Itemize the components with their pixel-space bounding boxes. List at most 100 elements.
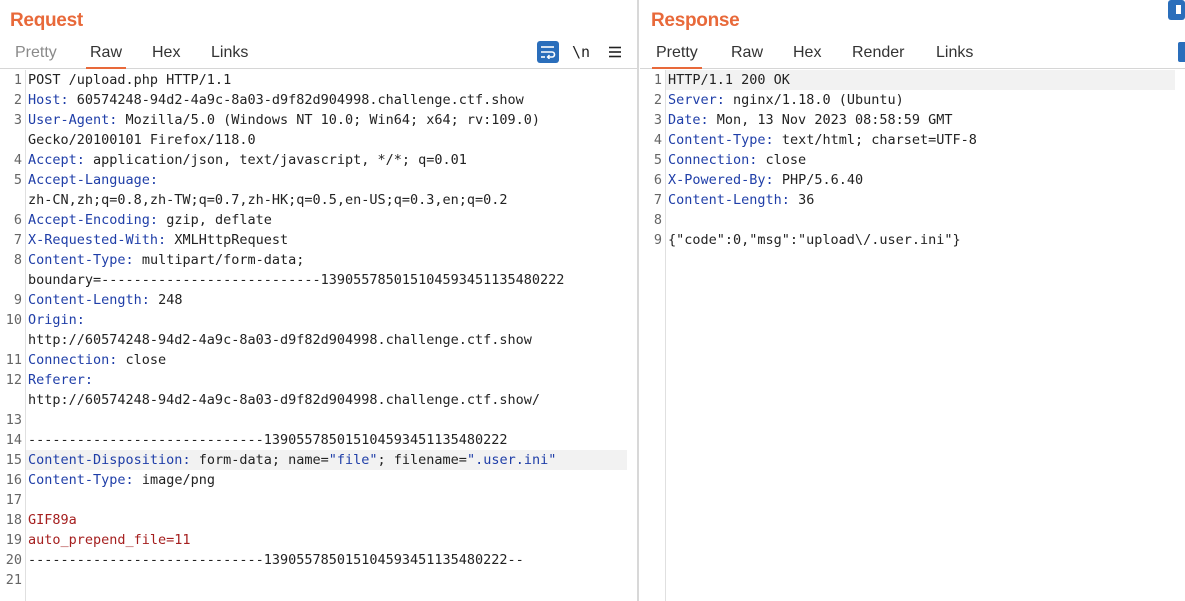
request-tab-raw[interactable]: Raw bbox=[86, 44, 127, 69]
line-number: 16 bbox=[5, 472, 22, 488]
request-line: 2 Host: 60574248-94d2-4a9c-8a03-d9f82d904… bbox=[0, 90, 637, 110]
header-colon: : bbox=[716, 92, 725, 108]
header-name: Origin bbox=[28, 312, 77, 328]
request-line: 6 Accept-Encoding: gzip, deflate bbox=[0, 210, 637, 230]
request-line: boundary=---------------------------1390… bbox=[0, 270, 637, 290]
header-line: Accept-Encoding: gzip, deflate bbox=[28, 210, 272, 230]
line-number: 3 bbox=[653, 112, 662, 128]
response-line: 6 X-Powered-By: PHP/5.6.40 bbox=[640, 170, 1185, 190]
header-line: User-Agent: Mozilla/5.0 (Windows NT 10.0… bbox=[28, 110, 540, 130]
header-value: Mon, 13 Nov 2023 08:58:59 GMT bbox=[708, 112, 953, 128]
header-value: gzip, deflate bbox=[158, 212, 272, 228]
code-text: {"code":0,"msg":"upload\/.user.ini"} bbox=[668, 232, 961, 248]
header-name: Connection bbox=[28, 352, 110, 368]
header-line: Accept-Language: bbox=[28, 170, 158, 190]
response-line: 1 HTTP/1.1 200 OK bbox=[640, 70, 1185, 90]
request-line: 12 Referer: bbox=[0, 370, 637, 390]
line-number: 11 bbox=[5, 352, 22, 368]
header-value: PHP/5.6.40 bbox=[773, 172, 864, 188]
header-line: Referer: bbox=[28, 370, 93, 390]
quoted-value: "file" bbox=[328, 452, 378, 468]
line-number: 10 bbox=[5, 312, 22, 328]
line-number: 7 bbox=[653, 192, 662, 208]
header-name: Referer bbox=[28, 372, 85, 388]
body-text: GIF89a bbox=[28, 512, 77, 528]
header-name: Content-Type bbox=[28, 252, 126, 268]
header-name: Host bbox=[28, 92, 61, 108]
request-title: Request bbox=[10, 10, 83, 31]
header-name: Accept bbox=[28, 152, 77, 168]
request-tab-pretty[interactable]: Pretty bbox=[11, 44, 61, 62]
response-line: 2 Server: nginx/1.18.0 (Ubuntu) bbox=[640, 90, 1185, 110]
header-colon: : bbox=[781, 192, 790, 208]
request-line: 18 GIF89a bbox=[0, 510, 637, 530]
response-tab-links[interactable]: Links bbox=[932, 44, 977, 62]
header-line: Content-Type: image/png bbox=[28, 470, 215, 490]
header-colon: : bbox=[76, 312, 85, 328]
header-name: Content-Disposition bbox=[28, 452, 183, 468]
line-number: 9 bbox=[13, 292, 22, 308]
header-line: X-Powered-By: PHP/5.6.40 bbox=[668, 170, 863, 190]
request-line: 14 -----------------------------139055785… bbox=[0, 430, 637, 450]
request-line: 17 bbox=[0, 490, 637, 510]
code-text: HTTP/1.1 200 OK bbox=[668, 72, 790, 88]
response-tab-render[interactable]: Render bbox=[848, 44, 908, 62]
response-tab-pretty[interactable]: Pretty bbox=[652, 44, 702, 69]
request-editor[interactable]: 1 POST /upload.php HTTP/1.1 2 Host: 6057424… bbox=[0, 70, 637, 590]
line-number: 4 bbox=[13, 152, 22, 168]
line-number: 1 bbox=[13, 72, 22, 88]
line-number: 4 bbox=[653, 132, 662, 148]
header-value: Mozilla/5.0 (Windows NT 10.0; Win64; x64… bbox=[117, 112, 541, 128]
header-line: Host: 60574248-94d2-4a9c-8a03-d9f82d9049… bbox=[28, 90, 524, 110]
wrap-lines-icon[interactable] bbox=[537, 41, 559, 63]
response-tab-raw[interactable]: Raw bbox=[727, 44, 767, 62]
layout-toggle-icon[interactable] bbox=[1168, 0, 1185, 20]
response-side-panel-icon[interactable] bbox=[1178, 42, 1185, 62]
line-number: 12 bbox=[5, 372, 22, 388]
line-number: 5 bbox=[13, 172, 22, 188]
header-colon: : bbox=[149, 212, 159, 228]
request-line: zh-CN,zh;q=0.8,zh-TW;q=0.7,zh-HK;q=0.5,e… bbox=[0, 190, 637, 210]
line-number: 6 bbox=[13, 212, 22, 228]
header-continuation: http://60574248-94d2-4a9c-8a03-d9f82d904… bbox=[28, 332, 532, 348]
newline-toggle-button[interactable]: \n bbox=[570, 41, 592, 63]
code-text: POST /upload.php HTTP/1.1 bbox=[28, 72, 232, 88]
response-pane: Response Pretty Raw Hex Render Links 1 HT… bbox=[640, 0, 1185, 601]
header-name: Content-Type bbox=[668, 132, 766, 148]
line-number: 21 bbox=[5, 572, 22, 588]
pane-divider[interactable] bbox=[637, 0, 639, 601]
request-line: 1 POST /upload.php HTTP/1.1 bbox=[0, 70, 637, 90]
header-line: Date: Mon, 13 Nov 2023 08:58:59 GMT bbox=[668, 110, 953, 130]
response-tab-hex[interactable]: Hex bbox=[789, 44, 825, 62]
header-line: Accept: application/json, text/javascrip… bbox=[28, 150, 467, 170]
line-number: 17 bbox=[5, 492, 22, 508]
request-tab-hex[interactable]: Hex bbox=[148, 44, 184, 62]
response-editor[interactable]: 1 HTTP/1.1 200 OK 2 Server: nginx/1.18.0 (U… bbox=[640, 70, 1185, 250]
line-number: 8 bbox=[13, 252, 22, 268]
header-name: Content-Type bbox=[28, 472, 126, 488]
header-colon: : bbox=[765, 132, 774, 148]
hamburger-menu-icon[interactable] bbox=[604, 41, 626, 63]
header-value: ; filename= bbox=[377, 452, 467, 468]
response-line: 8 bbox=[640, 210, 1185, 230]
header-colon: : bbox=[700, 112, 709, 128]
header-colon: : bbox=[84, 372, 94, 388]
request-line: 9 Content-Length: 248 bbox=[0, 290, 637, 310]
header-name: Content-Length bbox=[668, 192, 782, 208]
header-value: image/png bbox=[133, 472, 215, 488]
header-name: Connection bbox=[668, 152, 750, 168]
header-continuation: zh-CN,zh;q=0.8,zh-TW;q=0.7,zh-HK;q=0.5,e… bbox=[28, 192, 508, 208]
header-colon: : bbox=[158, 232, 167, 248]
header-name: X-Requested-With bbox=[28, 232, 159, 248]
request-pane: Request Pretty Raw Hex Links \n 1 POST /u… bbox=[0, 0, 637, 601]
line-number: 3 bbox=[13, 112, 22, 128]
header-colon: : bbox=[76, 152, 85, 168]
request-line: 10 Origin: bbox=[0, 310, 637, 330]
request-line: http://60574248-94d2-4a9c-8a03-d9f82d904… bbox=[0, 390, 637, 410]
response-title: Response bbox=[651, 10, 740, 31]
line-number: 1 bbox=[653, 72, 662, 88]
header-colon: : bbox=[60, 92, 69, 108]
header-line: Content-Length: 36 bbox=[668, 190, 814, 210]
line-number: 2 bbox=[13, 92, 22, 108]
request-tab-links[interactable]: Links bbox=[207, 44, 252, 62]
